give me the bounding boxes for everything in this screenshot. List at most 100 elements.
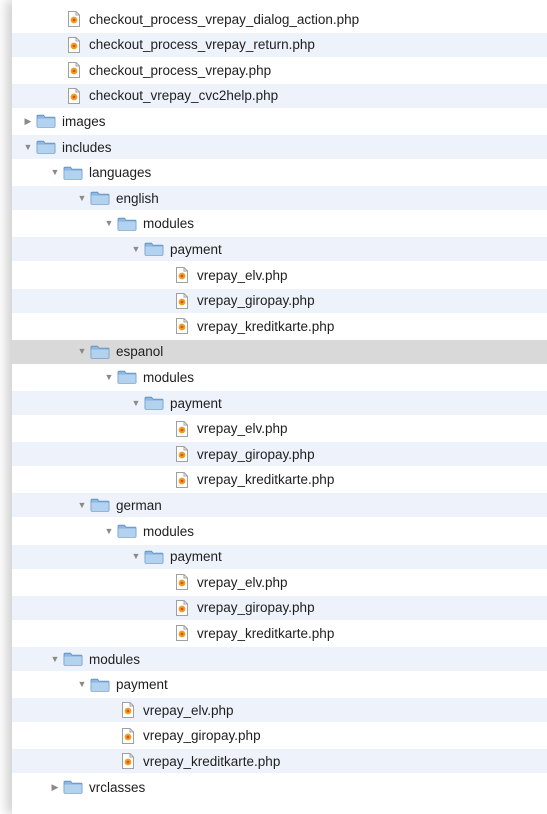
php-file-icon bbox=[67, 11, 81, 27]
file-name: vrepay_giropay.php bbox=[143, 728, 261, 744]
php-file-icon bbox=[175, 446, 189, 463]
folder-icon bbox=[144, 242, 166, 256]
file-row[interactable]: vrepay_giropay.php bbox=[12, 288, 547, 313]
file-name: checkout_process_vrepay.php bbox=[89, 62, 272, 78]
folder-name: languages bbox=[89, 165, 152, 181]
folder-row[interactable]: ▼ includes bbox=[12, 135, 547, 159]
file-name: checkout_process_vrepay_return.php bbox=[89, 37, 315, 53]
file-row[interactable]: checkout_process_vrepay_return.php bbox=[12, 32, 547, 57]
file-row[interactable]: vrepay_kreditkarte.php bbox=[12, 749, 547, 774]
folder-row[interactable]: ▼ modules bbox=[12, 365, 547, 389]
folder-row[interactable]: ▶ vrclasses bbox=[12, 775, 547, 799]
folder-icon bbox=[90, 498, 112, 512]
file-row[interactable]: vrepay_kreditkarte.php bbox=[12, 621, 547, 645]
php-file-icon bbox=[175, 599, 189, 616]
file-name: vrepay_elv.php bbox=[143, 702, 234, 718]
folder-row[interactable]: ▼ payment bbox=[12, 391, 547, 415]
disclosure-triangle-right-icon[interactable]: ▶ bbox=[20, 116, 36, 126]
folder-icon bbox=[117, 370, 139, 384]
disclosure-triangle-down-icon[interactable]: ▼ bbox=[74, 680, 90, 689]
php-file-icon bbox=[175, 420, 189, 437]
folder-row[interactable]: ▼ payment bbox=[12, 544, 547, 569]
php-file-icon bbox=[175, 267, 189, 283]
folder-row[interactable]: ▼ english bbox=[12, 186, 547, 211]
folder-name: includes bbox=[62, 139, 112, 155]
folder-name: payment bbox=[170, 549, 222, 565]
folder-icon bbox=[90, 345, 112, 359]
folder-icon bbox=[63, 652, 85, 666]
disclosure-triangle-down-icon[interactable]: ▼ bbox=[128, 398, 144, 408]
folder-icon bbox=[63, 780, 85, 794]
folder-name: modules bbox=[89, 651, 141, 667]
disclosure-triangle-down-icon[interactable]: ▼ bbox=[128, 552, 144, 561]
folder-name: vrclasses bbox=[89, 779, 146, 795]
file-name: vrepay_giropay.php bbox=[197, 600, 315, 616]
file-row[interactable]: vrepay_kreditkarte.php bbox=[12, 468, 547, 492]
folder-row[interactable]: ▼ modules bbox=[12, 647, 547, 671]
folder-row[interactable]: ▼ payment bbox=[12, 237, 547, 262]
folder-name: images bbox=[62, 113, 106, 129]
file-row[interactable]: vrepay_giropay.php bbox=[12, 595, 547, 620]
folder-row[interactable]: ▼ payment bbox=[12, 673, 547, 697]
php-file-icon bbox=[175, 318, 189, 335]
file-name: vrepay_giropay.php bbox=[197, 446, 315, 462]
php-file-icon bbox=[175, 292, 189, 309]
folder-icon bbox=[36, 114, 58, 128]
file-row[interactable]: vrepay_elv.php bbox=[12, 263, 547, 287]
file-row[interactable]: vrepay_giropay.php bbox=[12, 442, 547, 467]
folder-icon bbox=[90, 191, 112, 205]
file-name: vrepay_elv.php bbox=[197, 267, 288, 283]
folder-icon bbox=[90, 678, 112, 692]
disclosure-triangle-down-icon[interactable]: ▼ bbox=[20, 142, 36, 152]
disclosure-triangle-down-icon[interactable]: ▼ bbox=[74, 500, 90, 510]
php-file-icon bbox=[121, 753, 135, 770]
php-file-icon bbox=[67, 62, 81, 79]
folder-icon bbox=[63, 166, 85, 180]
disclosure-triangle-down-icon[interactable]: ▼ bbox=[47, 654, 63, 664]
file-row[interactable]: vrepay_elv.php bbox=[12, 698, 547, 723]
folder-row[interactable]: ▼ modules bbox=[12, 519, 547, 543]
folder-icon bbox=[144, 396, 166, 410]
php-file-icon bbox=[67, 36, 81, 53]
file-row[interactable]: checkout_vrepay_cvc2help.php bbox=[12, 83, 547, 108]
file-name: vrepay_giropay.php bbox=[197, 293, 315, 309]
php-file-icon bbox=[175, 625, 189, 642]
php-file-icon bbox=[67, 87, 81, 104]
file-name: vrepay_kreditkarte.php bbox=[143, 753, 281, 769]
folder-icon bbox=[144, 550, 166, 564]
disclosure-triangle-down-icon[interactable]: ▼ bbox=[101, 219, 117, 228]
folder-icon bbox=[117, 524, 139, 538]
disclosure-triangle-right-icon[interactable]: ▶ bbox=[47, 782, 63, 792]
file-name: checkout_process_vrepay_dialog_action.ph… bbox=[89, 11, 360, 27]
folder-row[interactable]: ▶ images bbox=[12, 109, 547, 133]
disclosure-triangle-down-icon[interactable]: ▼ bbox=[47, 168, 63, 177]
folder-icon bbox=[36, 140, 58, 154]
folder-row[interactable]: ▼ german bbox=[12, 493, 547, 518]
folder-name: payment bbox=[170, 241, 222, 257]
folder-row[interactable]: ▼ espanol bbox=[12, 339, 547, 364]
disclosure-triangle-down-icon[interactable]: ▼ bbox=[101, 526, 117, 536]
folder-name: english bbox=[116, 190, 159, 206]
disclosure-triangle-down-icon[interactable]: ▼ bbox=[128, 244, 144, 254]
disclosure-triangle-down-icon[interactable]: ▼ bbox=[74, 193, 90, 203]
file-row[interactable]: checkout_process_vrepay.php bbox=[12, 58, 547, 82]
folder-icon bbox=[117, 217, 139, 231]
file-row[interactable]: checkout_process_vrepay_dialog_action.ph… bbox=[12, 7, 547, 31]
file-row[interactable]: vrepay_kreditkarte.php bbox=[12, 314, 547, 338]
file-name: vrepay_elv.php bbox=[197, 574, 288, 590]
file-name: vrepay_kreditkarte.php bbox=[197, 472, 335, 488]
folder-name: german bbox=[116, 497, 162, 513]
folder-row[interactable]: ▼ modules bbox=[12, 212, 547, 236]
disclosure-triangle-down-icon[interactable]: ▼ bbox=[101, 372, 117, 382]
finder-window: checkout_process_vrepay_dialog_action.ph… bbox=[12, 0, 547, 814]
folder-name: payment bbox=[116, 677, 168, 693]
folder-row[interactable]: ▼ languages bbox=[12, 161, 547, 185]
file-row[interactable]: vrepay_elv.php bbox=[12, 417, 547, 441]
disclosure-triangle-down-icon[interactable]: ▼ bbox=[74, 347, 90, 356]
file-row[interactable]: vrepay_giropay.php bbox=[12, 724, 547, 748]
folder-name: modules bbox=[143, 369, 195, 385]
php-file-icon bbox=[175, 471, 189, 488]
folder-name: modules bbox=[143, 216, 195, 232]
file-row[interactable]: vrepay_elv.php bbox=[12, 570, 547, 594]
folder-name: modules bbox=[143, 523, 195, 539]
